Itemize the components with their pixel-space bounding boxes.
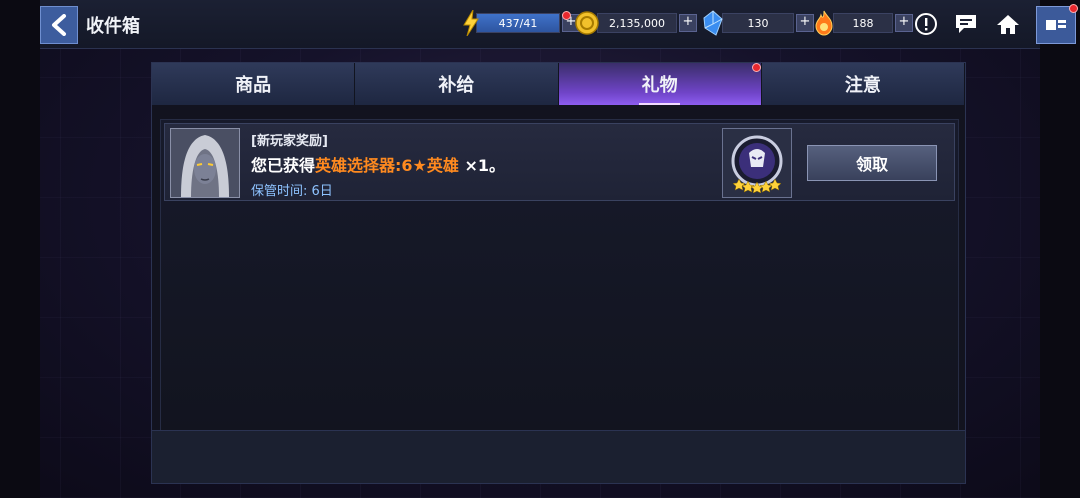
tab-label: 注意 [844, 75, 881, 96]
info-button[interactable] [912, 10, 940, 38]
gold-coin-icon [575, 11, 599, 35]
tab-supply[interactable]: 补给 [355, 63, 559, 105]
alert-dot [1069, 4, 1078, 13]
mail-message: 您已获得英雄选择器:6★英雄 ×1。 [251, 152, 505, 176]
reward-quantity: ×1。 [464, 156, 506, 175]
blue-crystal-icon [703, 10, 723, 36]
menu-button[interactable] [1036, 4, 1078, 44]
tab-label: 礼物 [641, 75, 678, 96]
tab-label: 商品 [235, 75, 272, 96]
inbox-panel: 商品 补给 礼物 注意 [新玩家奖励] 您已获得英雄选择器:6★英雄 ×1。 保… [151, 62, 966, 484]
tab-goods[interactable]: 商品 [152, 63, 356, 105]
claim-button[interactable]: 领取 [807, 145, 937, 181]
right-letterbox [1040, 0, 1080, 498]
add-gold-button[interactable]: + [679, 14, 697, 32]
tab-bar: 商品 补给 礼物 注意 [152, 63, 965, 105]
crystal-value: 130 [722, 13, 794, 33]
chat-bubble-icon [956, 15, 976, 33]
hero-selector-icon [731, 135, 783, 193]
mail-tag: [新玩家奖励] [251, 134, 328, 149]
back-button[interactable] [40, 6, 78, 44]
avatar [170, 128, 240, 198]
chevron-left-icon [52, 14, 66, 36]
reward-item-slot[interactable] [722, 128, 792, 198]
hero-portrait-icon [171, 129, 239, 197]
exclamation-circle-icon [915, 13, 937, 35]
top-bar: 收件箱 437/41 + 2,135,000 + 130 + 188 + [40, 0, 1078, 49]
mail-list[interactable]: [新玩家奖励] 您已获得英雄选择器:6★英雄 ×1。 保管时间: 6日 领取 [160, 119, 959, 433]
add-crystal-button[interactable]: + [796, 14, 814, 32]
gold-value: 2,135,000 [597, 13, 677, 33]
gold-counter: 2,135,000 + [575, 11, 697, 35]
message-prefix: 您已获得 [251, 156, 316, 175]
home-icon [997, 15, 1019, 34]
reward-name: 英雄选择器:6★英雄 [315, 156, 459, 175]
tab-gifts[interactable]: 礼物 [558, 63, 762, 105]
home-button[interactable] [994, 10, 1022, 38]
energy-value: 437/41 [476, 13, 560, 33]
left-letterbox [0, 0, 40, 498]
alert-dot [751, 63, 761, 72]
lightning-icon [463, 10, 479, 36]
list-item: [新玩家奖励] 您已获得英雄选择器:6★英雄 ×1。 保管时间: 6日 领取 [164, 123, 955, 201]
tab-label: 补给 [438, 75, 475, 96]
add-flame-button[interactable]: + [895, 14, 913, 32]
crystal-counter: 130 + [702, 10, 814, 36]
chat-button[interactable] [952, 10, 980, 38]
expire-text: 保管时间: 6日 [251, 184, 333, 199]
panel-footer [152, 430, 965, 483]
energy-counter: 437/41 + [462, 10, 580, 36]
alert-dot [562, 11, 571, 20]
flame-counter: 188 + [813, 10, 913, 36]
menu-cards-icon [1046, 20, 1066, 30]
flame-value: 188 [833, 13, 893, 33]
tab-notice[interactable]: 注意 [761, 63, 965, 105]
page-title: 收件箱 [86, 16, 140, 37]
flame-orb-icon [815, 10, 833, 36]
